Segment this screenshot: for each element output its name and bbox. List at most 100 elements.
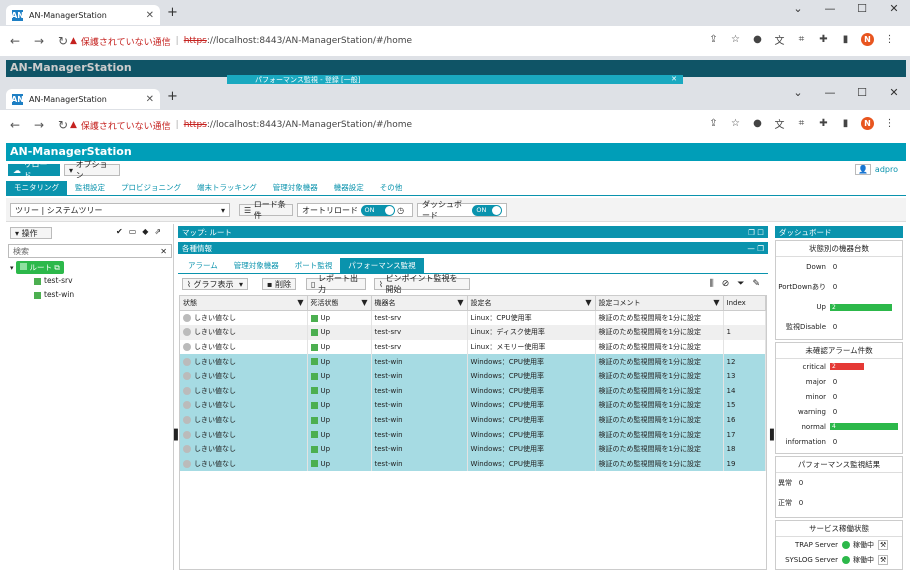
table-row[interactable]: しきい値なし Up test-win Windows：CPU使用率 検証のため監視間隔を… bbox=[180, 354, 766, 369]
table-row[interactable]: しきい値なし Up test-win Windows：CPU使用率 検証のため監視間隔を… bbox=[180, 441, 766, 457]
maximize-icon[interactable]: ☐ bbox=[846, 2, 878, 15]
alarm-row[interactable]: information 0 bbox=[776, 434, 902, 449]
minimize-panel-icon[interactable]: — ❐ bbox=[747, 244, 764, 253]
puzzle-icon[interactable]: ✚ bbox=[817, 117, 830, 130]
perf-row[interactable]: 異常 0 bbox=[776, 473, 902, 493]
close-icon[interactable]: ✕ bbox=[146, 94, 154, 105]
menu-icon[interactable]: ⋮ bbox=[883, 33, 896, 46]
menu-terminal-tracking[interactable]: 端末トラッキング bbox=[189, 181, 265, 195]
tree-node-test-win[interactable]: test-win bbox=[34, 290, 74, 299]
table-row[interactable]: しきい値なし Up test-win Windows：CPU使用率 検証のため監視間隔を… bbox=[180, 412, 766, 428]
restore-icon[interactable]: ❐ ☐ bbox=[748, 228, 764, 237]
sidepanel-icon[interactable]: ▮ bbox=[839, 117, 852, 130]
user-menu[interactable]: 👤 adpro bbox=[854, 164, 898, 175]
filter-icon[interactable]: ▼ bbox=[457, 298, 463, 307]
puzzle-icon[interactable]: ✚ bbox=[817, 33, 830, 46]
translate-icon[interactable]: 文 bbox=[773, 33, 786, 47]
tab-managed-devices[interactable]: 管理対象機器 bbox=[226, 258, 287, 273]
alarm-row[interactable]: minor 0 bbox=[776, 389, 902, 404]
right-splitter-handle[interactable]: ▌ bbox=[770, 430, 778, 441]
filter-icon[interactable]: ▼ bbox=[297, 298, 303, 307]
auto-reload-toggle[interactable]: ON bbox=[360, 204, 395, 216]
wrench-icon[interactable]: ⚒ bbox=[878, 554, 889, 565]
close-icon[interactable]: ✕ bbox=[146, 10, 154, 21]
close-icon[interactable]: ✕ bbox=[671, 75, 677, 83]
screenshot-icon[interactable]: ⌗ bbox=[795, 117, 808, 130]
menu-monitor-settings[interactable]: 監視設定 bbox=[67, 181, 113, 195]
operations-button[interactable]: ▾ 操作 bbox=[10, 227, 52, 239]
alarm-row[interactable]: normal 4 bbox=[776, 419, 902, 434]
tab-alarms[interactable]: アラーム bbox=[180, 258, 226, 273]
menu-icon[interactable]: ⋮ bbox=[883, 117, 896, 130]
report-button[interactable]: ▯ レポート出力 bbox=[306, 274, 366, 294]
col-device[interactable]: 機器名 ▼ bbox=[371, 296, 468, 312]
menu-monitoring[interactable]: モニタリング bbox=[6, 181, 67, 195]
status-row[interactable]: PortDownあり 0 bbox=[776, 277, 902, 297]
eraser-icon[interactable]: ◆ bbox=[142, 227, 148, 236]
filter-icon[interactable]: ▼ bbox=[713, 298, 719, 307]
alarm-row[interactable]: major 0 bbox=[776, 374, 902, 389]
extension-icon[interactable]: ● bbox=[751, 117, 764, 130]
avatar[interactable]: N bbox=[861, 33, 874, 46]
table-row[interactable]: しきい値なし Up test-srv Linux：メモリー使用率 検証のため監視間隔を1… bbox=[180, 339, 766, 355]
export-icon[interactable]: ⇗ bbox=[154, 227, 161, 236]
filter-icon[interactable]: ▼ bbox=[585, 298, 591, 307]
avatar[interactable]: N bbox=[861, 117, 874, 130]
new-tab-icon[interactable]: + bbox=[167, 5, 178, 20]
close-window-icon[interactable]: ✕ bbox=[878, 86, 910, 99]
table-row[interactable]: しきい値なし Up test-win Windows：CPU使用率 検証のため監視間隔を… bbox=[180, 368, 766, 384]
tree-root[interactable]: ▾ ルート ⧉ bbox=[10, 261, 64, 274]
pinpoint-button[interactable]: ⌇ ピンポイント監視を開始 bbox=[374, 274, 470, 294]
screenshot-icon[interactable]: ⌗ bbox=[795, 33, 808, 46]
translate-icon[interactable]: 文 bbox=[773, 117, 786, 131]
table-row[interactable]: しきい値なし Up test-win Windows：CPU使用率 検証のため監視間隔を… bbox=[180, 398, 766, 413]
share-icon[interactable]: ⇪ bbox=[707, 117, 720, 130]
new-tab-icon[interactable]: + bbox=[167, 89, 178, 104]
perf-row[interactable]: 正常 0 bbox=[776, 493, 902, 513]
col-comment[interactable]: 設定コメント ▼ bbox=[595, 296, 724, 312]
tree-node-test-srv[interactable]: test-srv bbox=[34, 276, 73, 285]
chevron-down-icon[interactable]: ⌄ bbox=[782, 86, 814, 99]
minimize-icon[interactable]: — bbox=[814, 86, 846, 99]
pin-icon[interactable]: ✎ bbox=[752, 279, 760, 289]
table-row[interactable]: しきい値なし Up test-srv Linux：CPU使用率 検証のため監視間隔を1分… bbox=[180, 310, 766, 326]
clock-icon[interactable]: ◷ bbox=[397, 206, 404, 215]
alarm-row[interactable]: warning 0 bbox=[776, 404, 902, 419]
status-row[interactable]: 監視Disable 0 bbox=[776, 317, 902, 337]
status-row[interactable]: Up 2 bbox=[776, 297, 902, 317]
delete-button[interactable]: ▪ 削除 bbox=[262, 278, 296, 290]
col-setting[interactable]: 設定名 ▼ bbox=[467, 296, 596, 312]
chevron-down-icon[interactable]: ⌄ bbox=[782, 2, 814, 15]
menu-managed-devices[interactable]: 管理対象機器 bbox=[265, 181, 326, 195]
sidepanel-icon[interactable]: ▮ bbox=[839, 33, 852, 46]
col-state[interactable]: 状態 ▼ bbox=[180, 296, 308, 312]
tab-port-monitoring[interactable]: ポート監視 bbox=[287, 258, 341, 273]
check-all-icon[interactable]: ✔ bbox=[116, 227, 123, 236]
minimize-icon[interactable]: — bbox=[814, 2, 846, 15]
dashboard-toggle[interactable]: ON bbox=[472, 204, 502, 216]
tree-select[interactable]: ツリー | システムツリー ▾ bbox=[10, 203, 230, 217]
col-alive[interactable]: 死活状態 ▼ bbox=[307, 296, 372, 312]
forward-icon[interactable]: → bbox=[34, 34, 48, 48]
options-button[interactable]: ▾ オプション bbox=[64, 160, 120, 180]
extension-icon[interactable]: ● bbox=[751, 33, 764, 46]
browser-tab[interactable]: AN AN-ManagerStation ✕ bbox=[6, 89, 160, 109]
back-icon[interactable]: ← bbox=[10, 118, 24, 132]
filter-icon[interactable]: ⏷ bbox=[737, 279, 744, 289]
forward-icon[interactable]: → bbox=[34, 118, 48, 132]
table-row[interactable]: しきい値なし Up test-srv Linux：ディスク使用率 検証のため監視間隔を1… bbox=[180, 325, 766, 340]
alarm-row[interactable]: critical 2 bbox=[776, 359, 902, 374]
wrench-icon[interactable]: ⚒ bbox=[878, 539, 889, 550]
tab-performance[interactable]: パフォーマンス監視 bbox=[340, 258, 424, 273]
table-row[interactable]: しきい値なし Up test-win Windows：CPU使用率 検証のため監視間隔を… bbox=[180, 427, 766, 442]
bg-browser-tab[interactable]: AN AN-ManagerStation ✕ bbox=[6, 5, 160, 25]
maximize-icon[interactable]: ☐ bbox=[846, 86, 878, 99]
menu-device-settings[interactable]: 機器設定 bbox=[326, 181, 372, 195]
table-row[interactable]: しきい値なし Up test-win Windows：CPU使用率 検証のため監視間隔を… bbox=[180, 383, 766, 399]
filter-icon[interactable]: ▼ bbox=[361, 298, 367, 307]
menu-other[interactable]: その他 bbox=[372, 181, 411, 195]
folder-icon[interactable]: ▭ bbox=[129, 227, 137, 236]
columns-icon[interactable]: ⫼ bbox=[710, 279, 714, 289]
star-icon[interactable]: ☆ bbox=[729, 33, 742, 46]
clear-filter-icon[interactable]: ⊘ bbox=[722, 279, 730, 289]
